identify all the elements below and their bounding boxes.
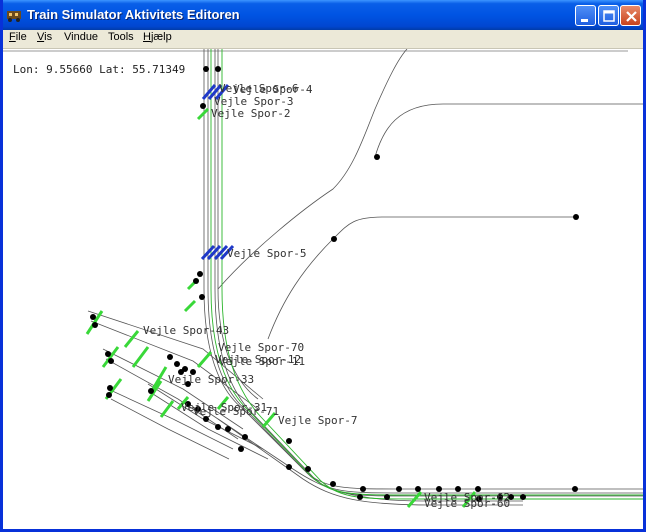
train-app-icon bbox=[6, 7, 22, 23]
menu-vindue[interactable]: Vindue bbox=[64, 31, 98, 43]
label-spor-7: Vejle Spor-7 bbox=[278, 414, 357, 427]
label-spor-33: Vejle Spor-33 bbox=[168, 373, 254, 386]
coordinate-readout: Lon: 9.55660 Lat: 55.71349 bbox=[13, 63, 186, 76]
minimize-button[interactable] bbox=[575, 5, 596, 26]
menu-hjaelp[interactable]: Hjælp bbox=[143, 31, 172, 43]
minimize-icon bbox=[581, 19, 588, 22]
label-spor-71: Vejle Spor-71 bbox=[193, 405, 279, 418]
maximize-button[interactable] bbox=[598, 5, 619, 26]
window-title: Train Simulator Aktivitets Editoren bbox=[27, 7, 240, 22]
label-spor-11: Vejle Spor-11 bbox=[219, 355, 305, 368]
menu-file[interactable]: File bbox=[9, 31, 27, 43]
label-spor-60: Vejle Spor-60 bbox=[424, 497, 510, 510]
track-map[interactable]: Vejle Spor-6 Vejle Spor-4 Vejle Spor-3 V… bbox=[3, 49, 643, 532]
menu-vis[interactable]: Vis bbox=[37, 31, 52, 43]
app-window: Train Simulator Aktivitets Editoren File… bbox=[0, 0, 646, 532]
menu-tools[interactable]: Tools bbox=[108, 31, 134, 43]
track-nodes[interactable] bbox=[90, 66, 579, 502]
title-bar[interactable]: Train Simulator Aktivitets Editoren bbox=[3, 0, 643, 30]
label-spor-43: Vejle Spor-43 bbox=[143, 324, 229, 337]
label-spor-2: Vejle Spor-2 bbox=[211, 107, 290, 120]
platform-labels: Vejle Spor-6 Vejle Spor-4 Vejle Spor-3 V… bbox=[143, 82, 510, 510]
close-button[interactable] bbox=[620, 5, 641, 26]
track-lines bbox=[87, 49, 643, 506]
map-canvas[interactable]: Vejle Spor-6 Vejle Spor-4 Vejle Spor-3 V… bbox=[3, 49, 643, 532]
close-icon bbox=[626, 11, 637, 22]
menu-bar: File Vis Vindue Tools Hjælp bbox=[3, 30, 643, 49]
label-spor-5: Vejle Spor-5 bbox=[227, 247, 306, 260]
